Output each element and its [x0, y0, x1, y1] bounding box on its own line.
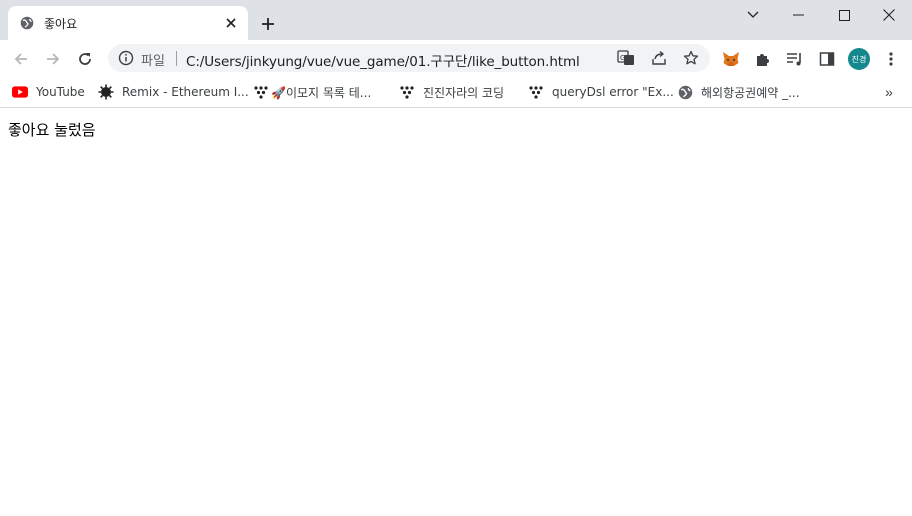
bookmark-label: 해외항공권예약 _...: [701, 85, 800, 100]
profile-avatar[interactable]: 진경: [848, 48, 870, 70]
active-tab[interactable]: 좋아요: [8, 6, 248, 40]
dots-icon: [399, 84, 415, 100]
side-panel-icon[interactable]: [816, 48, 838, 70]
bookmark-emoji-list[interactable]: 🚀이모지 목록 테...: [253, 81, 371, 103]
url-text[interactable]: C:/Users/jinkyung/vue/vue_game/01.구구단/li…: [186, 50, 580, 70]
file-scheme-label: 파일: [141, 54, 165, 69]
menu-kebab-icon[interactable]: [880, 48, 902, 70]
tab-title: 좋아요: [44, 17, 78, 31]
reload-icon[interactable]: [72, 46, 98, 72]
bookmark-label: 🚀이모지 목록 테...: [271, 85, 372, 100]
share-icon[interactable]: [648, 48, 670, 68]
address-bar[interactable]: 파일 C:/Users/jinkyung/vue/vue_game/01.구구단…: [108, 44, 710, 72]
reading-list-icon[interactable]: [784, 48, 806, 70]
bookmark-label: 진진자라의 코딩: [423, 85, 505, 100]
dots-icon: [253, 84, 269, 100]
maximize-icon[interactable]: [821, 0, 867, 30]
bookmarks-bar: YouTube Remix - Ethereum I... 🚀이모지 목록 테.…: [0, 76, 912, 108]
arrow-left-icon[interactable]: [8, 46, 34, 72]
info-icon[interactable]: [118, 50, 134, 66]
bookmark-querydsl-error[interactable]: queryDsl error "Ex...: [528, 81, 674, 103]
omnibox-divider: [176, 51, 177, 66]
bookmark-label: queryDsl error "Ex...: [552, 85, 674, 99]
new-tab-button[interactable]: [256, 12, 280, 36]
bookmark-remix[interactable]: Remix - Ethereum I...: [98, 81, 249, 103]
translate-icon[interactable]: G: [615, 48, 637, 68]
bookmark-jinjin-coding[interactable]: 진진자라의 코딩: [399, 81, 504, 103]
remix-icon: [98, 84, 114, 100]
globe-icon: [677, 84, 693, 100]
close-window-icon[interactable]: [866, 0, 912, 30]
bookmark-label: Remix - Ethereum I...: [122, 85, 249, 99]
tab-strip: 좋아요: [0, 0, 912, 40]
bookmark-flight-booking[interactable]: 해외항공권예약 _...: [677, 81, 800, 103]
puzzle-extensions-icon[interactable]: [752, 48, 774, 70]
bookmark-star-icon[interactable]: [680, 48, 702, 68]
globe-icon: [20, 16, 34, 30]
browser-toolbar: 파일 C:/Users/jinkyung/vue/vue_game/01.구구단…: [0, 40, 912, 76]
page-viewport: 좋아요 눌렀음: [0, 109, 912, 516]
svg-text:G: G: [620, 54, 625, 62]
arrow-right-icon[interactable]: [40, 46, 66, 72]
dots-icon: [528, 84, 544, 100]
like-status-text: 좋아요 눌렀음: [8, 121, 96, 139]
close-icon[interactable]: [222, 14, 240, 32]
chevron-down-icon[interactable]: [730, 0, 776, 30]
metamask-fox-icon[interactable]: [720, 48, 742, 70]
youtube-icon: [12, 84, 28, 100]
bookmark-youtube[interactable]: YouTube: [12, 81, 85, 103]
minimize-icon[interactable]: [775, 0, 821, 30]
bookmark-label: YouTube: [36, 85, 85, 99]
bookmarks-overflow-button[interactable]: »: [878, 81, 900, 103]
